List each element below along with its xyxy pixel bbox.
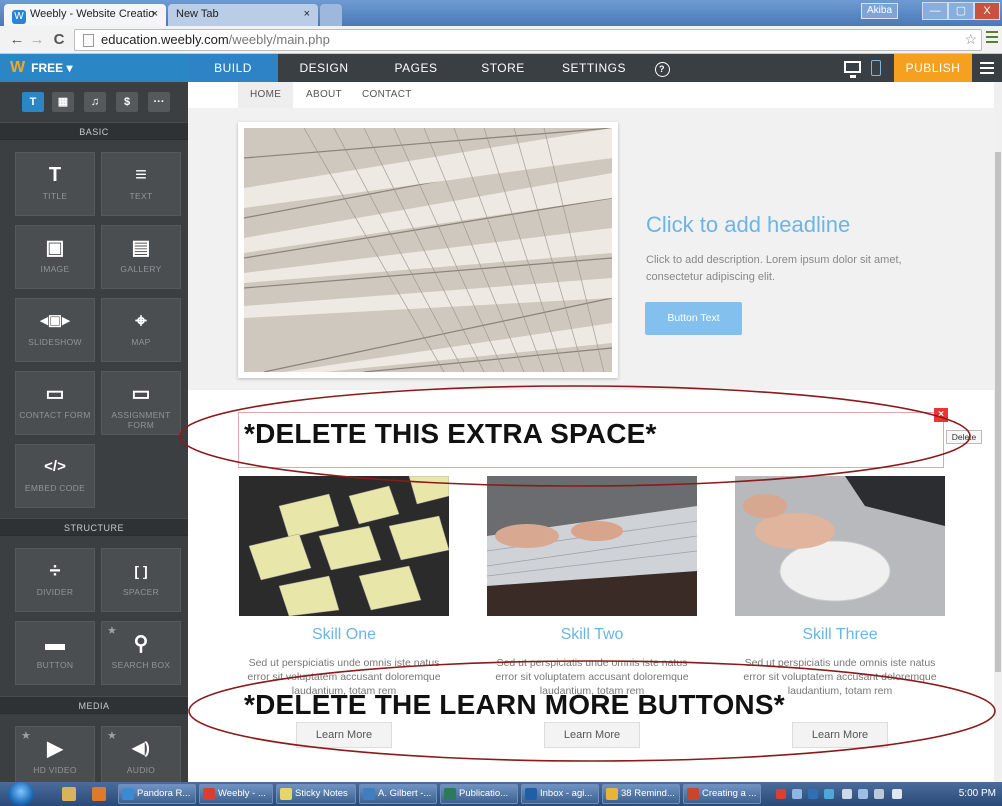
media-player-icon[interactable] (92, 787, 106, 801)
taskbar-item[interactable]: Inbox - agi... (521, 784, 599, 804)
ie-icon (122, 788, 134, 800)
spreadsheet-icon (363, 788, 375, 800)
taskbar-item[interactable]: Pandora R... (118, 784, 196, 804)
tray-app-icon[interactable] (842, 789, 852, 799)
volume-icon[interactable] (892, 789, 902, 799)
taskbar-item[interactable]: Publicatio... (440, 784, 518, 804)
taskbar-item[interactable]: Weebly - ... (199, 784, 273, 804)
start-button-icon[interactable] (8, 782, 34, 806)
taskbar-item[interactable]: Sticky Notes (276, 784, 356, 804)
annotation-note: *DELETE THE LEARN MORE BUTTONS* (244, 689, 785, 720)
tray-app-icon[interactable] (792, 789, 802, 799)
windows-taskbar: Pandora R... Weebly - ... Sticky Notes A… (0, 782, 1002, 806)
annotation-overlay (179, 385, 996, 762)
tray-app-icon[interactable] (824, 789, 834, 799)
system-tray: 5:00 PM (776, 785, 1002, 803)
powerpoint-icon (687, 788, 699, 800)
screen: { "browser": { "tabs": [ {"title": "Weeb… (0, 0, 1002, 806)
outlook-icon (525, 788, 537, 800)
taskbar-item[interactable]: Creating a ... (683, 784, 761, 804)
tray-app-icon[interactable] (808, 789, 818, 799)
tray-app-icon[interactable] (776, 789, 786, 799)
taskbar-item[interactable]: 38 Remind... (602, 784, 680, 804)
annotation-note: *DELETE THIS EXTRA SPACE* (244, 418, 657, 449)
network-icon[interactable] (858, 789, 868, 799)
taskbar-item[interactable]: A. Gilbert -... (359, 784, 437, 804)
publisher-icon (444, 788, 456, 800)
reminder-bell-icon (606, 788, 618, 800)
chrome-icon (203, 788, 215, 800)
explorer-icon[interactable] (62, 787, 76, 801)
clock[interactable]: 5:00 PM (959, 788, 996, 799)
sticky-notes-icon (280, 788, 292, 800)
tray-app-icon[interactable] (874, 789, 884, 799)
